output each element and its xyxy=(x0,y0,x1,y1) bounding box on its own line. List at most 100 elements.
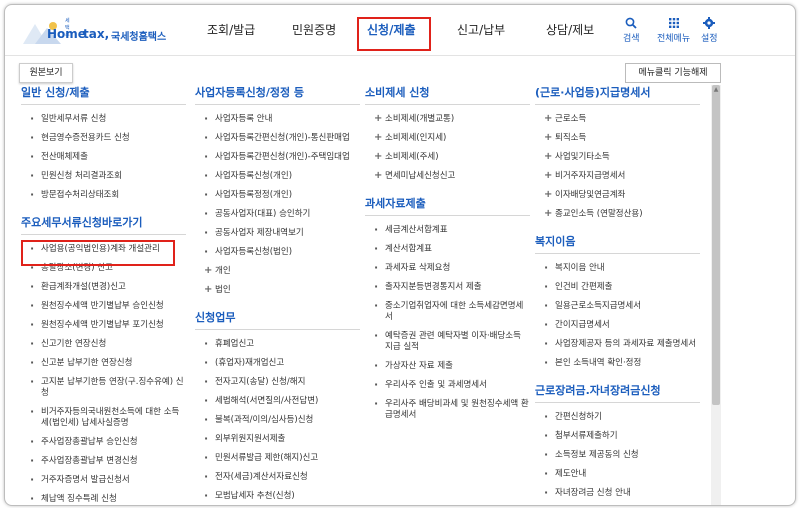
list-item[interactable]: 공동사업자(대표) 승인하기 xyxy=(203,205,360,224)
list-item[interactable]: 제도안내 xyxy=(543,465,700,484)
list-item[interactable]: 근로소득 xyxy=(543,110,700,129)
list-item[interactable]: 고지분 납부기한등 연장(구.징수유예) 신청 xyxy=(29,373,186,403)
list-item[interactable]: 간이지급명세서 xyxy=(543,316,700,335)
list-item[interactable]: 방문접수처리상태조회 xyxy=(29,186,186,205)
list-item[interactable]: 주사업장총괄납부 변경신청 xyxy=(29,452,186,471)
list-item[interactable]: 원천징수세액 반기별납부 승인신청 xyxy=(29,297,186,316)
scrollbar-thumb[interactable] xyxy=(712,85,720,405)
list-item[interactable]: 전산매체제출 xyxy=(29,148,186,167)
grid-menu-icon xyxy=(668,18,679,28)
list-item-corporate[interactable]: 법인 xyxy=(203,281,360,300)
list-item[interactable]: 주사업장총괄납부 승인신청 xyxy=(29,433,186,452)
list-item[interactable]: 소득정보 제공동의 신청 xyxy=(543,446,700,465)
list-item[interactable]: 사업자등록 안내 xyxy=(203,110,360,129)
list-item[interactable]: 사업및기타소득 xyxy=(543,148,700,167)
search-button[interactable]: 검색 xyxy=(623,17,640,44)
list-item[interactable]: 예탁증권 관련 예탁자별 이자·배당소득 지급 실적 xyxy=(373,327,530,357)
list-item[interactable]: 신고기한 연장신청 xyxy=(29,335,186,354)
logo-tax-text: tax, xyxy=(83,27,110,41)
list-item[interactable]: 중소기업취업자에 대한 소득세감면명세서 xyxy=(373,297,530,327)
list-item[interactable]: 비거주자등의국내원천소득에 대한 소득세(법인세) 납세사실증명 xyxy=(29,403,186,433)
view-original-button[interactable]: 원본보기 xyxy=(19,63,73,83)
list-item[interactable]: 간편신청하기 xyxy=(543,408,700,427)
list-item[interactable]: 신고분 납부기한 연장신청 xyxy=(29,354,186,373)
earned-income-credit-list: 간편신청하기 첨부서류제출하기 소득정보 제공동의 신청 제도안내 자녀장려금 … xyxy=(535,408,700,503)
full-menu-label: 전체메뉴 xyxy=(657,34,691,44)
list-item[interactable]: 사업자등록신청(개인) xyxy=(203,167,360,186)
list-item[interactable]: 현금영수증전용카드 신청 xyxy=(29,129,186,148)
full-menu-button[interactable]: 전체메뉴 xyxy=(657,17,690,44)
nav-highlight-box xyxy=(357,17,431,51)
list-item[interactable]: 인건비 간편제출 xyxy=(543,278,700,297)
section-title-welfare: 복지이음 xyxy=(535,234,700,254)
list-item[interactable]: 거주자증명서 발급신청서 xyxy=(29,471,186,490)
section-title-tax-data-submission: 과세자료제출 xyxy=(365,196,530,216)
list-item[interactable]: 외부위원지원서제출 xyxy=(203,430,360,449)
list-item[interactable]: 불복(과적/이의/심사등)신청 xyxy=(203,411,360,430)
list-item[interactable]: 이자배당및연금계좌 xyxy=(543,186,700,205)
list-item[interactable]: 환급계좌개설(변경)신고 xyxy=(29,278,186,297)
payment-statement-list: 근로소득 퇴직소득 사업및기타소득 비거주자지급명세서 이자배당및연금계좌 종교… xyxy=(535,110,700,224)
nav-report-payment[interactable]: 신고/납부 xyxy=(457,5,505,55)
list-item[interactable]: 본인 소득내역 확인·정정 xyxy=(543,354,700,373)
list-item[interactable]: 민원서류발급 제한(해지)신고 xyxy=(203,449,360,468)
scroll-up-arrow-icon[interactable]: ▲ xyxy=(711,85,721,95)
list-item[interactable]: 소비제세(인지세) xyxy=(373,129,530,148)
gear-icon xyxy=(703,17,716,29)
list-item[interactable]: 면세미납세신청신고 xyxy=(373,167,530,186)
list-item[interactable]: 첨부서류제출하기 xyxy=(543,427,700,446)
list-item[interactable]: 계산서합계표 xyxy=(373,240,530,259)
list-item[interactable]: 사업자등록간편신청(개인)-통신판매업 xyxy=(203,129,360,148)
list-item[interactable]: 세금계산서합계표 xyxy=(373,221,530,240)
column-general: 일반 신청/제출 일반세무서류 신청 현금영수증전용카드 신청 전산매체제출 민… xyxy=(21,85,186,505)
list-item[interactable]: 민원신청 처리결과조회 xyxy=(29,167,186,186)
list-item[interactable]: 일용근로소득지급명세서 xyxy=(543,297,700,316)
section-title-earned-income-credit: 근로장려금.자녀장려금신청 xyxy=(535,383,700,403)
section-title-major-shortcuts: 주요세무서류신청바로가기 xyxy=(21,215,186,235)
list-item[interactable]: 자녀장려금 신청 안내 xyxy=(543,484,700,503)
list-item[interactable]: 가상자산 자료 제출 xyxy=(373,357,530,376)
consumption-tax-list: 소비제세(개별교통) 소비제세(인지세) 소비제세(주세) 면세미납세신청신고 xyxy=(365,110,530,186)
column-consumption-tax: 소비제세 신청 소비제세(개별교통) 소비제세(인지세) 소비제세(주세) 면세… xyxy=(365,85,530,425)
list-item[interactable]: 사업자등록정정(개인) xyxy=(203,186,360,205)
highlight-box-business-account xyxy=(21,240,175,266)
list-item[interactable]: 전자(세금)계산서자료신청 xyxy=(203,468,360,487)
column-business-registration: 사업자등록신청/정정 등 사업자등록 안내 사업자등록간편신청(개인)-통신판매… xyxy=(195,85,360,505)
list-item[interactable]: 원천징수세액 반기별납부 포기신청 xyxy=(29,316,186,335)
welfare-list: 복지이음 안내 인건비 간편제출 일용근로소득지급명세서 간이지급명세서 사업장… xyxy=(535,259,700,373)
list-item[interactable]: 소비제세(주세) xyxy=(373,148,530,167)
list-item[interactable]: 일반세무서류 신청 xyxy=(29,110,186,129)
list-item[interactable]: 휴폐업신고 xyxy=(203,335,360,354)
list-item[interactable]: 사업자등록간편신청(개인)-주택임대업 xyxy=(203,148,360,167)
list-item[interactable]: 우리사주 배당비과세 및 원천징수세액 환급명세서 xyxy=(373,395,530,425)
list-item[interactable]: 출자지분등변경통지서 제출 xyxy=(373,278,530,297)
list-item[interactable]: 체납액 징수특례 신청 xyxy=(29,490,186,505)
header: 세택스 Home tax, 국세청홈택스 조회/발급 민원증명 신청/제출 신고… xyxy=(5,5,795,56)
section-title-consumption-tax: 소비제세 신청 xyxy=(365,85,530,105)
list-item[interactable]: 과세자료 삭제요청 xyxy=(373,259,530,278)
logo-home-text: Home xyxy=(47,27,86,41)
list-item[interactable]: 사업장제공자 등의 과세자료 제출명세서 xyxy=(543,335,700,354)
nav-lookup-issue[interactable]: 조회/발급 xyxy=(207,5,255,55)
list-item[interactable]: 우리사주 인출 및 과세명세서 xyxy=(373,376,530,395)
list-item[interactable]: 공동사업자 제장내역보기 xyxy=(203,224,360,243)
list-item-individual[interactable]: 개인 xyxy=(203,262,360,281)
nav-consult-report[interactable]: 상담/제보 xyxy=(546,5,594,55)
list-item[interactable]: 사업자등록신청(법인) xyxy=(203,243,360,262)
menu-click-disable-button[interactable]: 메뉴클릭 기능해제 xyxy=(625,63,721,83)
nav-civil-certificate[interactable]: 민원증명 xyxy=(292,5,336,55)
section-title-application-tasks: 신청업무 xyxy=(195,310,360,330)
settings-button[interactable]: 설정 xyxy=(701,17,718,44)
general-application-list: 일반세무서류 신청 현금영수증전용카드 신청 전산매체제출 민원신청 처리결과조… xyxy=(21,110,186,205)
list-item[interactable]: 모범납세자 추천(신청) xyxy=(203,487,360,505)
list-item[interactable]: 세법해석(서면질의/사전답변) xyxy=(203,392,360,411)
list-item[interactable]: 비거주자지급명세서 xyxy=(543,167,700,186)
list-item[interactable]: 소비제세(개별교통) xyxy=(373,110,530,129)
list-item[interactable]: (휴업자)재개업신고 xyxy=(203,354,360,373)
individual-corporate-list: 개인 법인 xyxy=(195,262,360,300)
list-item[interactable]: 퇴직소득 xyxy=(543,129,700,148)
settings-label: 설정 xyxy=(701,34,718,44)
list-item[interactable]: 종교인소득 (연말정산용) xyxy=(543,205,700,224)
list-item[interactable]: 전자고지(송달) 신청/해지 xyxy=(203,373,360,392)
list-item[interactable]: 복지이음 안내 xyxy=(543,259,700,278)
